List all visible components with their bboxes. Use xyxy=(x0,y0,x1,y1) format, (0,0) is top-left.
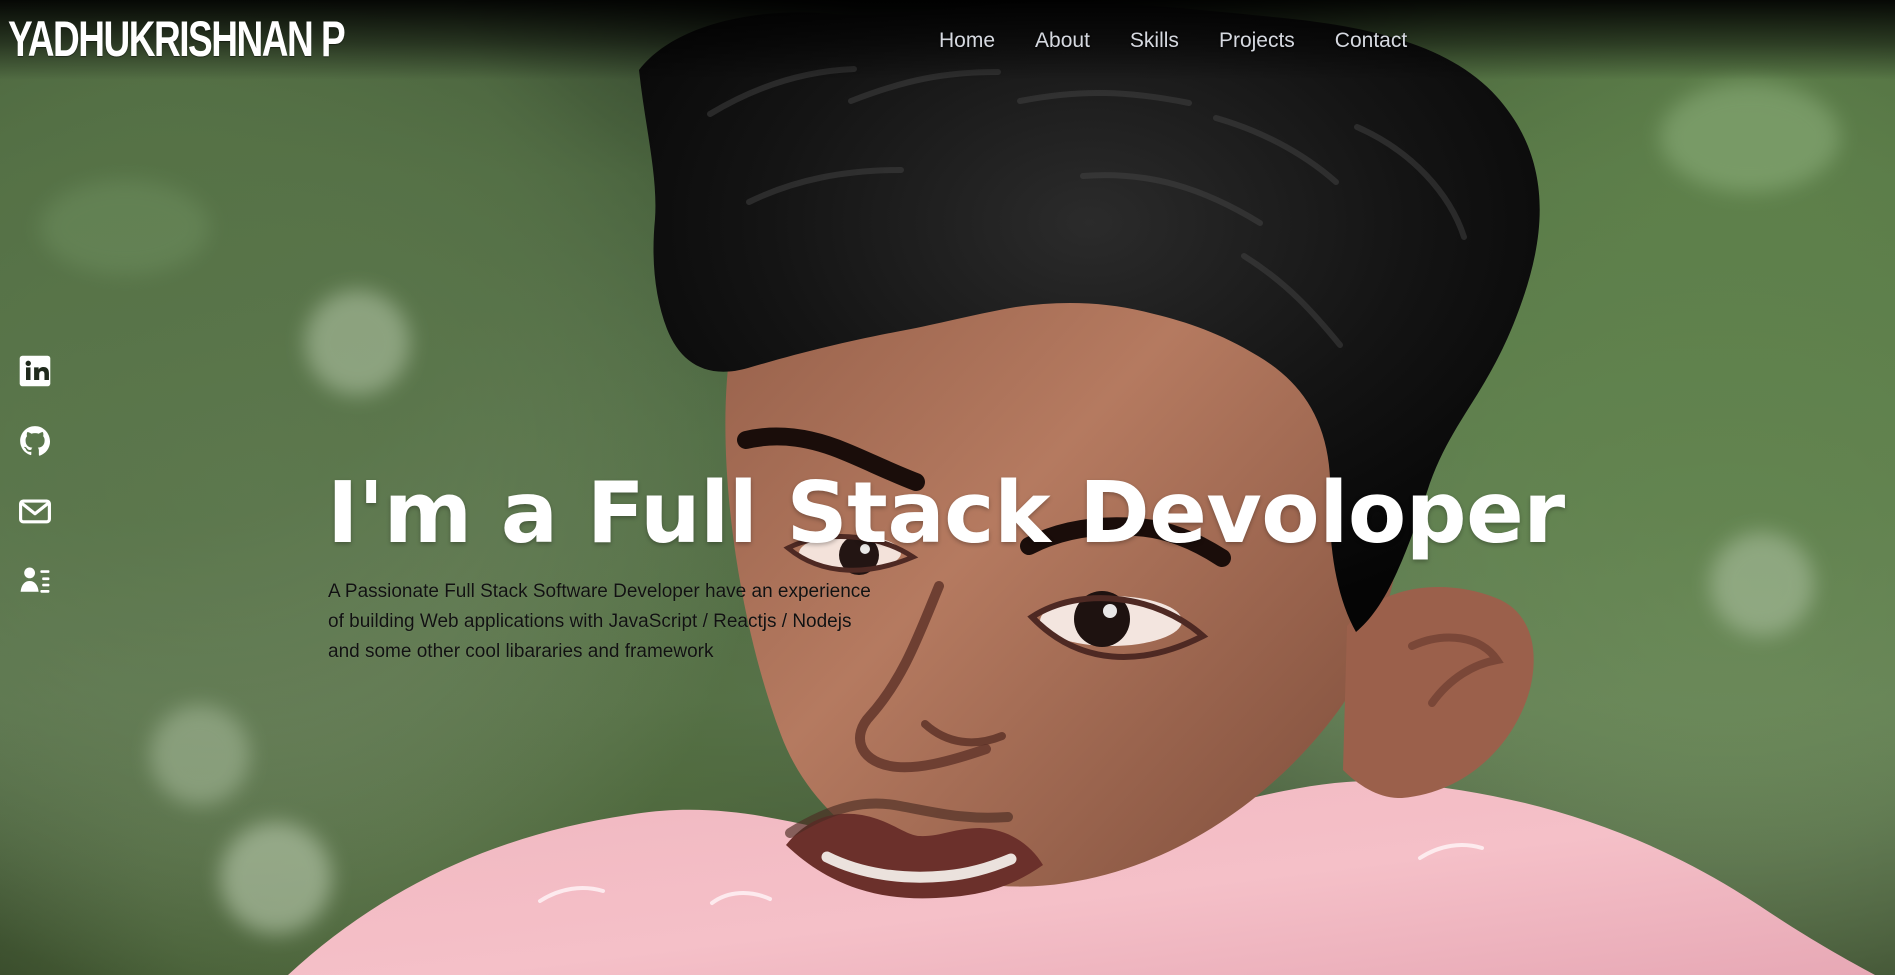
resume-link[interactable] xyxy=(16,563,54,599)
hero-section: YADHUKRISHNAN P Home About Skills Projec… xyxy=(0,0,1895,975)
linkedin-link[interactable] xyxy=(16,353,54,389)
linkedin-icon xyxy=(19,355,51,387)
github-icon xyxy=(20,426,51,456)
bokeh-light xyxy=(1710,532,1814,636)
intro-line: and some other cool libararies and frame… xyxy=(328,641,714,662)
bokeh-light xyxy=(40,180,210,275)
bokeh-light xyxy=(220,822,332,934)
hero-intro: A Passionate Full Stack Software Develop… xyxy=(328,577,888,667)
nav-skills-link[interactable]: Skills xyxy=(1130,28,1179,54)
bokeh-light xyxy=(150,705,250,805)
nav-contact-link[interactable]: Contact xyxy=(1335,28,1407,54)
hero-headline: I'm a Full Stack Devoloper xyxy=(327,464,1565,563)
nav-about-link[interactable]: About xyxy=(1035,28,1090,54)
intro-line: of building Web applications with JavaSc… xyxy=(328,611,852,632)
contact-card-icon xyxy=(20,567,50,593)
bokeh-light xyxy=(305,290,410,395)
brand-logo[interactable]: YADHUKRISHNAN P xyxy=(8,12,346,66)
intro-line: A Passionate Full Stack Software Develop… xyxy=(328,581,871,602)
nav-home-link[interactable]: Home xyxy=(939,28,995,54)
social-links xyxy=(16,353,54,599)
nav-projects-link[interactable]: Projects xyxy=(1219,28,1295,54)
bokeh-light xyxy=(1660,82,1840,192)
primary-navigation: Home About Skills Projects Contact xyxy=(939,28,1407,54)
mail-icon xyxy=(19,499,51,524)
github-link[interactable] xyxy=(16,423,54,459)
email-link[interactable] xyxy=(16,493,54,529)
